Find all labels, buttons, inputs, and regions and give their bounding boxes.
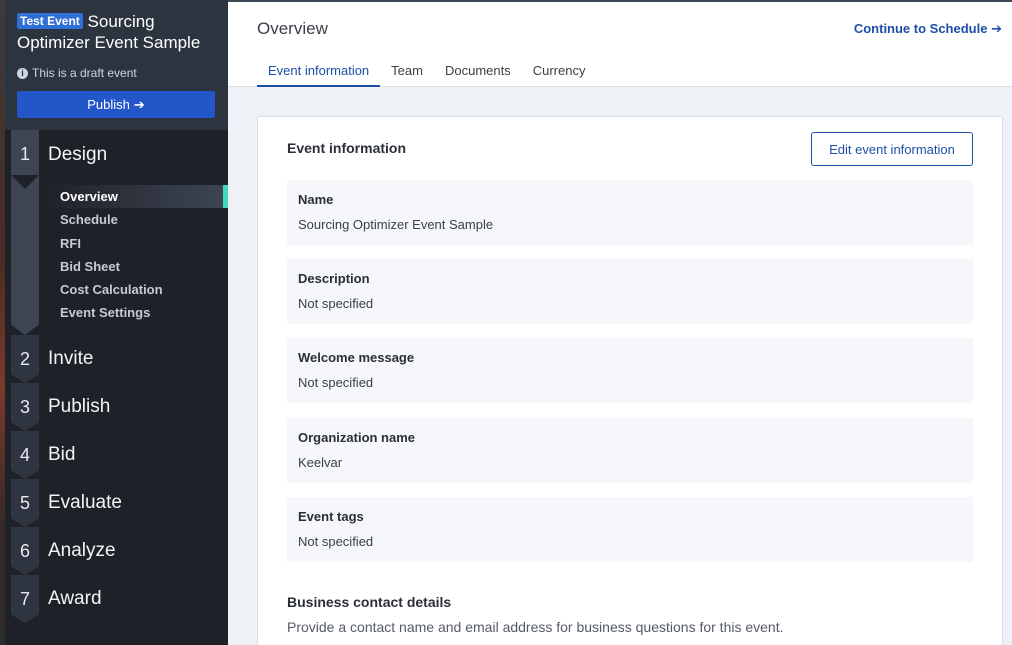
card-title: Event information bbox=[287, 140, 407, 156]
workflow-steps: 1 Design Overview Schedule RFI Bid Sheet… bbox=[5, 130, 228, 623]
step-design[interactable]: 1 Design Overview Schedule RFI Bid Sheet… bbox=[5, 130, 228, 335]
step-label: Analyze bbox=[48, 540, 116, 561]
step-label: Design bbox=[48, 144, 108, 165]
substep-cost-calculation[interactable]: Cost Calculation bbox=[43, 278, 228, 301]
arrow-right-icon: ➔ bbox=[991, 21, 1002, 36]
design-substeps: Overview Schedule RFI Bid Sheet Cost Cal… bbox=[43, 185, 228, 325]
step-bid[interactable]: 4 Bid bbox=[5, 431, 228, 479]
step-label: Award bbox=[48, 588, 102, 609]
substep-overview[interactable]: Overview bbox=[43, 185, 228, 209]
event-title-line2: Optimizer Event Sample bbox=[17, 33, 201, 52]
test-event-badge: Test Event bbox=[17, 13, 83, 29]
step-number: 6 bbox=[19, 540, 30, 561]
step-label: Publish bbox=[48, 396, 111, 417]
step-number: 1 bbox=[19, 144, 30, 164]
field-label: Name bbox=[298, 192, 334, 207]
step-number: 7 bbox=[19, 588, 30, 609]
substep-bid-sheet[interactable]: Bid Sheet bbox=[43, 255, 228, 278]
business-contact-description: Provide a contact name and email address… bbox=[287, 619, 784, 635]
field-name: Name Sourcing Optimizer Event Sample bbox=[287, 180, 973, 245]
step-number: 2 bbox=[19, 348, 30, 369]
step-number: 3 bbox=[19, 396, 30, 417]
field-label: Organization name bbox=[298, 430, 416, 445]
publish-button[interactable]: Publish ➔ bbox=[17, 91, 215, 118]
tab-bar: Event information Team Documents Currenc… bbox=[257, 59, 596, 87]
page-header: Overview Continue to Schedule ➔ Event in… bbox=[228, 2, 1012, 87]
business-contact-title: Business contact details bbox=[287, 594, 452, 610]
step-invite[interactable]: 2 Invite bbox=[5, 335, 228, 383]
tab-event-information[interactable]: Event information bbox=[257, 59, 381, 87]
field-value: Not specified bbox=[298, 534, 374, 549]
field-description: Description Not specified bbox=[287, 259, 973, 324]
field-value: Sourcing Optimizer Event Sample bbox=[298, 217, 494, 232]
sidebar: Test Event Sourcing Optimizer Event Samp… bbox=[5, 0, 228, 645]
step-evaluate[interactable]: 5 Evaluate bbox=[5, 479, 228, 527]
draft-status: i This is a draft event bbox=[17, 66, 216, 80]
publish-button-label: Publish bbox=[87, 97, 130, 112]
substep-schedule[interactable]: Schedule bbox=[43, 208, 228, 231]
event-information-card: Event information Edit event information… bbox=[257, 116, 1003, 645]
event-title-line1: Sourcing bbox=[87, 12, 155, 31]
field-value: Not specified bbox=[298, 375, 374, 390]
step-number: 5 bbox=[19, 492, 30, 513]
tab-documents[interactable]: Documents bbox=[434, 59, 522, 87]
field-welcome-message: Welcome message Not specified bbox=[287, 338, 973, 403]
main-content: Overview Continue to Schedule ➔ Event in… bbox=[228, 0, 1012, 645]
field-value: Keelvar bbox=[298, 455, 343, 470]
tab-team[interactable]: Team bbox=[380, 59, 434, 87]
event-header: Test Event Sourcing Optimizer Event Samp… bbox=[5, 0, 228, 130]
continue-link-label: Continue to Schedule bbox=[853, 21, 988, 36]
step-publish[interactable]: 3 Publish bbox=[5, 383, 228, 431]
field-organization-name: Organization name Keelvar bbox=[287, 418, 973, 483]
page-title: Overview bbox=[257, 19, 328, 38]
field-label: Event tags bbox=[298, 509, 364, 524]
substep-event-settings[interactable]: Event Settings bbox=[43, 301, 228, 324]
step-number: 4 bbox=[19, 444, 30, 465]
edit-event-information-button[interactable]: Edit event information bbox=[811, 132, 973, 166]
tab-currency[interactable]: Currency bbox=[522, 59, 597, 87]
info-icon: i bbox=[17, 67, 28, 79]
step-label: Invite bbox=[48, 348, 94, 369]
step-award[interactable]: 7 Award bbox=[5, 575, 228, 623]
substep-rfi[interactable]: RFI bbox=[43, 232, 228, 255]
step-label: Evaluate bbox=[48, 492, 122, 513]
field-value: Not specified bbox=[298, 296, 374, 311]
step-label: Bid bbox=[48, 444, 76, 465]
field-label: Description bbox=[298, 271, 370, 286]
field-label: Welcome message bbox=[298, 350, 415, 365]
continue-to-schedule-link[interactable]: Continue to Schedule ➔ bbox=[854, 21, 1002, 37]
field-event-tags: Event tags Not specified bbox=[287, 497, 973, 562]
event-title: Test Event Sourcing Optimizer Event Samp… bbox=[17, 12, 216, 52]
arrow-right-icon: ➔ bbox=[133, 96, 145, 112]
draft-status-text: This is a draft event bbox=[32, 66, 137, 80]
step-analyze[interactable]: 6 Analyze bbox=[5, 527, 228, 575]
